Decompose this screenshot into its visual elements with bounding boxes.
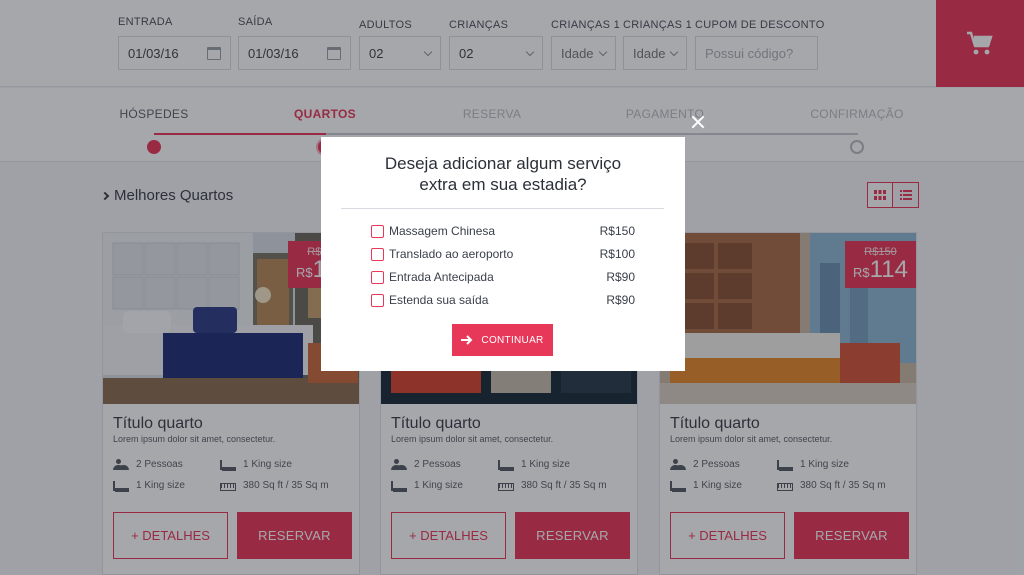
modal-title-line-2: extra em sua estadia?: [419, 175, 587, 194]
service-name: Estenda sua saída: [389, 293, 489, 307]
service-option[interactable]: Translado ao aeroporto R$100: [371, 245, 635, 263]
service-name: Massagem Chinesa: [389, 224, 496, 238]
checkbox[interactable]: [371, 247, 384, 261]
checkbox[interactable]: [371, 293, 384, 307]
modal-title: Deseja adicionar algum serviço extra em …: [321, 153, 685, 195]
service-name: Entrada Antecipada: [389, 270, 494, 284]
arrow-right-icon: [461, 335, 473, 345]
checkbox[interactable]: [371, 270, 384, 284]
continue-label: CONTINUAR: [481, 334, 544, 346]
service-price: R$100: [599, 247, 635, 261]
extra-services-modal: Deseja adicionar algum serviço extra em …: [321, 137, 685, 371]
checkbox[interactable]: [371, 224, 384, 238]
modal-title-line-1: Deseja adicionar algum serviço: [384, 154, 622, 173]
service-option[interactable]: Massagem Chinesa R$150: [371, 222, 635, 240]
service-option[interactable]: Entrada Antecipada R$90: [371, 268, 635, 286]
service-price: R$90: [606, 270, 635, 284]
continue-button[interactable]: CONTINUAR: [452, 324, 553, 356]
service-name: Translado ao aeroporto: [389, 247, 514, 261]
modal-divider: [341, 208, 664, 209]
service-price: R$90: [606, 293, 635, 307]
service-option[interactable]: Estenda sua saída R$90: [371, 291, 635, 309]
close-icon[interactable]: [690, 114, 706, 130]
service-price: R$150: [599, 224, 635, 238]
